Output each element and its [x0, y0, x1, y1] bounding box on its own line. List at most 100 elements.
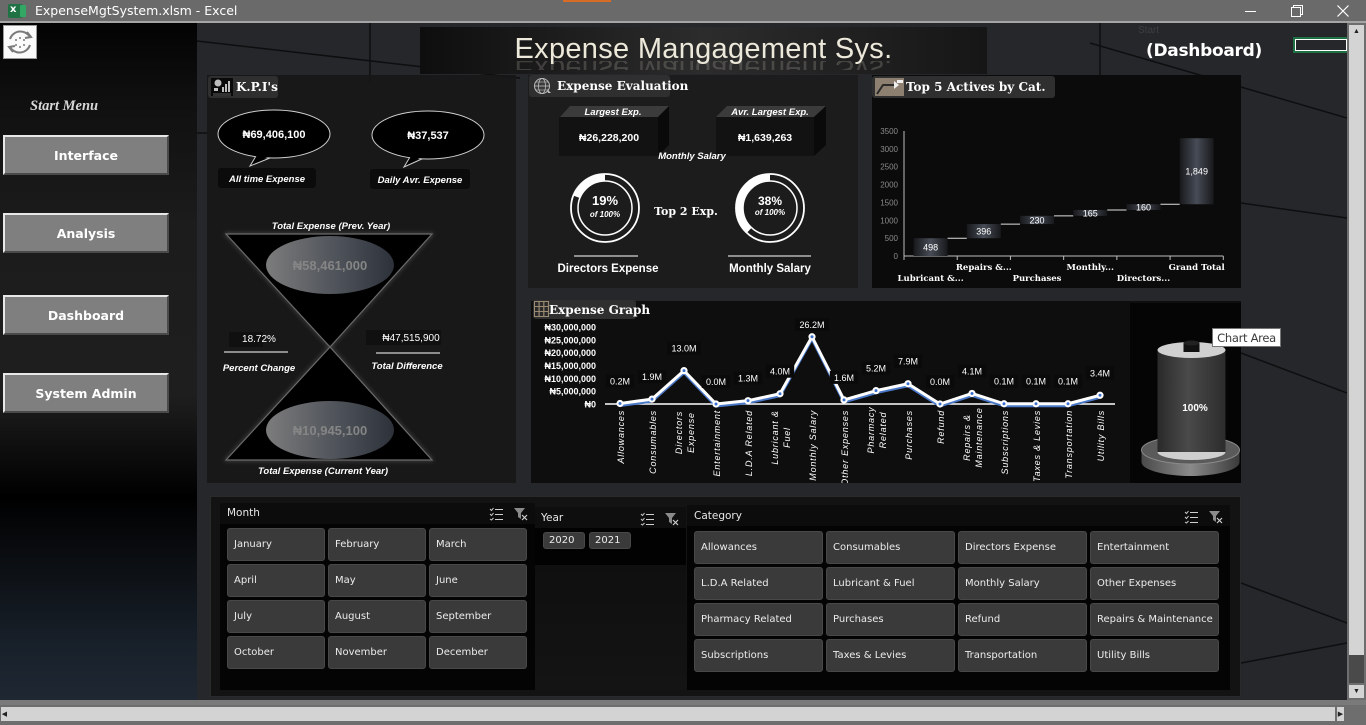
x-category-label: Transportation	[1064, 410, 1074, 479]
data-label: 0.1M	[1026, 377, 1046, 387]
month-slicer-item-may[interactable]: May	[328, 564, 426, 597]
year-slicer: Year 2020 2021	[535, 507, 686, 690]
horizontal-scrollbar[interactable]: ◀ ▶	[0, 705, 1366, 725]
month-slicer-item-november[interactable]: November	[328, 636, 426, 669]
clear-filter-icon[interactable]	[513, 507, 528, 521]
y-tick-label: 3000	[880, 145, 898, 154]
expense-line-chart[interactable]: ₦0 ₦5,000,000 ₦10,000,000 ₦15,000,000 ₦20,00…	[531, 301, 1130, 483]
data-point-core	[746, 399, 750, 403]
x-category-label: Purchases	[904, 410, 914, 460]
nav-button-dashboard[interactable]: Dashboard	[3, 295, 169, 335]
vertical-scroll-thumb[interactable]	[1349, 38, 1364, 655]
data-label: 1.6M	[834, 373, 854, 383]
scroll-up-button[interactable]: ▲	[1349, 25, 1364, 38]
month-slicer-item-march[interactable]: March	[429, 528, 527, 561]
x-category-label: Other Expenses	[840, 410, 850, 483]
category-slicer-item-entertainment[interactable]: Entertainment	[1090, 531, 1219, 564]
category-slicer-item-purchases[interactable]: Purchases	[826, 603, 955, 636]
multi-select-icon[interactable]	[1184, 510, 1199, 524]
avg-largest-expense-label: Avr. Largest Exp.	[730, 107, 809, 118]
month-slicer-item-august[interactable]: August	[328, 600, 426, 633]
data-label: 5.2M	[866, 364, 886, 374]
data-point-core	[874, 389, 878, 393]
data-point-core	[618, 401, 622, 405]
x-category-label: Fuel	[782, 427, 792, 448]
data-point-core	[1002, 402, 1006, 406]
month-slicer-item-september[interactable]: September	[429, 600, 527, 633]
category-slicer-item-allowances[interactable]: Allowances	[694, 531, 823, 564]
donut-of-label-0: of 100%	[590, 210, 620, 219]
percent-change-label: Percent Change	[223, 363, 296, 374]
minimize-button[interactable]	[1227, 0, 1273, 22]
selected-cell[interactable]	[1293, 37, 1347, 53]
y-tick-label: 0	[894, 252, 899, 261]
y-tick-label: 500	[885, 234, 899, 243]
category-slicer-item-taxes-levies[interactable]: Taxes & Levies	[826, 639, 955, 672]
multi-select-icon[interactable]	[640, 512, 655, 526]
title-banner: Expense Mangagement Sys. Expense Mangage…	[420, 27, 987, 74]
x-category-label: Subscriptions	[1000, 410, 1010, 474]
window-titlebar: x ExpenseMgtSystem.xlsm - Excel	[0, 0, 1366, 23]
scroll-right-button[interactable]: ▶	[1337, 707, 1344, 721]
nav-button-analysis[interactable]: Analysis	[3, 213, 169, 253]
category-slicer-item-lubricant-fuel[interactable]: Lubricant & Fuel	[826, 567, 955, 600]
y-tick-label: 1500	[880, 198, 898, 207]
data-label: 0.1M	[1058, 377, 1078, 387]
clear-filter-icon[interactable]	[1208, 510, 1223, 524]
gauge-top-knob-cap	[1183, 340, 1200, 346]
x-category-label: Pharmacy	[866, 407, 876, 454]
avg-largest-expense-value: ₦1,639,263	[738, 132, 792, 144]
horizontal-scroll-thumb[interactable]	[7, 707, 1335, 721]
scroll-down-button[interactable]: ▼	[1349, 685, 1364, 698]
category-slicer-item-transportation[interactable]: Transportation	[958, 639, 1087, 672]
category-slicer-item-pharmacy-related[interactable]: Pharmacy Related	[694, 603, 823, 636]
category-slicer-item-utility-bills[interactable]: Utility Bills	[1090, 639, 1219, 672]
nav-button-system-admin[interactable]: System Admin	[3, 373, 169, 413]
category-slicer-item-subscriptions[interactable]: Subscriptions	[694, 639, 823, 672]
refresh-icon	[7, 30, 33, 54]
year-slicer-item-2021[interactable]: 2021	[589, 532, 631, 549]
year-slicer-item-2020[interactable]: 2020	[543, 532, 585, 549]
month-slicer-item-february[interactable]: February	[328, 528, 426, 561]
all-time-expense-label: All time Expense	[228, 174, 306, 185]
donut-outer-ring	[570, 173, 640, 243]
data-label: 0.2M	[610, 376, 630, 386]
waterfall-data-label: 230	[1030, 215, 1045, 225]
month-slicer-item-april[interactable]: April	[227, 564, 325, 597]
nav-button-interface[interactable]: Interface	[3, 135, 169, 175]
gauge-data-label: 100%	[1182, 403, 1208, 414]
category-slicer-item-repairs-maintenance[interactable]: Repairs & Maintenance	[1090, 603, 1219, 636]
category-slicer-item-directors-expense[interactable]: Directors Expense	[958, 531, 1087, 564]
refresh-button[interactable]	[3, 25, 37, 59]
multi-select-icon[interactable]	[489, 507, 504, 521]
data-point-core	[778, 392, 782, 396]
category-slicer-item-l-d-a-related[interactable]: L.D.A Related	[694, 567, 823, 600]
data-point-core	[1098, 393, 1102, 397]
category-slicer-item-refund[interactable]: Refund	[958, 603, 1087, 636]
month-slicer-item-october[interactable]: October	[227, 636, 325, 669]
month-slicer-item-july[interactable]: July	[227, 600, 325, 633]
category-slicer-item-consumables[interactable]: Consumables	[826, 531, 955, 564]
clear-filter-icon[interactable]	[664, 512, 679, 526]
page-subtitle: (Dashboard)	[1146, 41, 1262, 61]
kpi-graphics: ₦69,406,100 All time Expense ₦37,537 Dai…	[217, 109, 485, 477]
month-slicer-item-december[interactable]: December	[429, 636, 527, 669]
category-slicer-item-monthly-salary[interactable]: Monthly Salary	[958, 567, 1087, 600]
gauge-fill-bar[interactable]	[1157, 350, 1226, 452]
data-label: 4.1M	[962, 366, 982, 376]
total-difference-value: ₦47,515,900	[382, 333, 440, 344]
month-slicer-item-january[interactable]: January	[227, 528, 325, 561]
restore-icon	[1291, 5, 1303, 17]
donut-of-label-1: of 100%	[755, 208, 785, 217]
category-slicer-item-other-expenses[interactable]: Other Expenses	[1090, 567, 1219, 600]
y-tick-label: ₦15,000,000	[544, 361, 596, 371]
close-button[interactable]	[1320, 0, 1366, 22]
vertical-scroll-track[interactable]	[1349, 655, 1364, 683]
top5-waterfall-chart[interactable]: 0 500 1000 1500 2000 2500 3000 3500 498 Lubricant…	[872, 75, 1241, 288]
title-reflection: Expense Mangagement Sys.	[420, 61, 987, 70]
restore-button[interactable]	[1274, 0, 1320, 22]
x-category-label: Directors...	[1117, 274, 1170, 284]
category-slicer-header	[687, 505, 1230, 526]
vertical-scrollbar[interactable]: ▲ ▼	[1347, 23, 1366, 700]
month-slicer-item-june[interactable]: June	[429, 564, 527, 597]
